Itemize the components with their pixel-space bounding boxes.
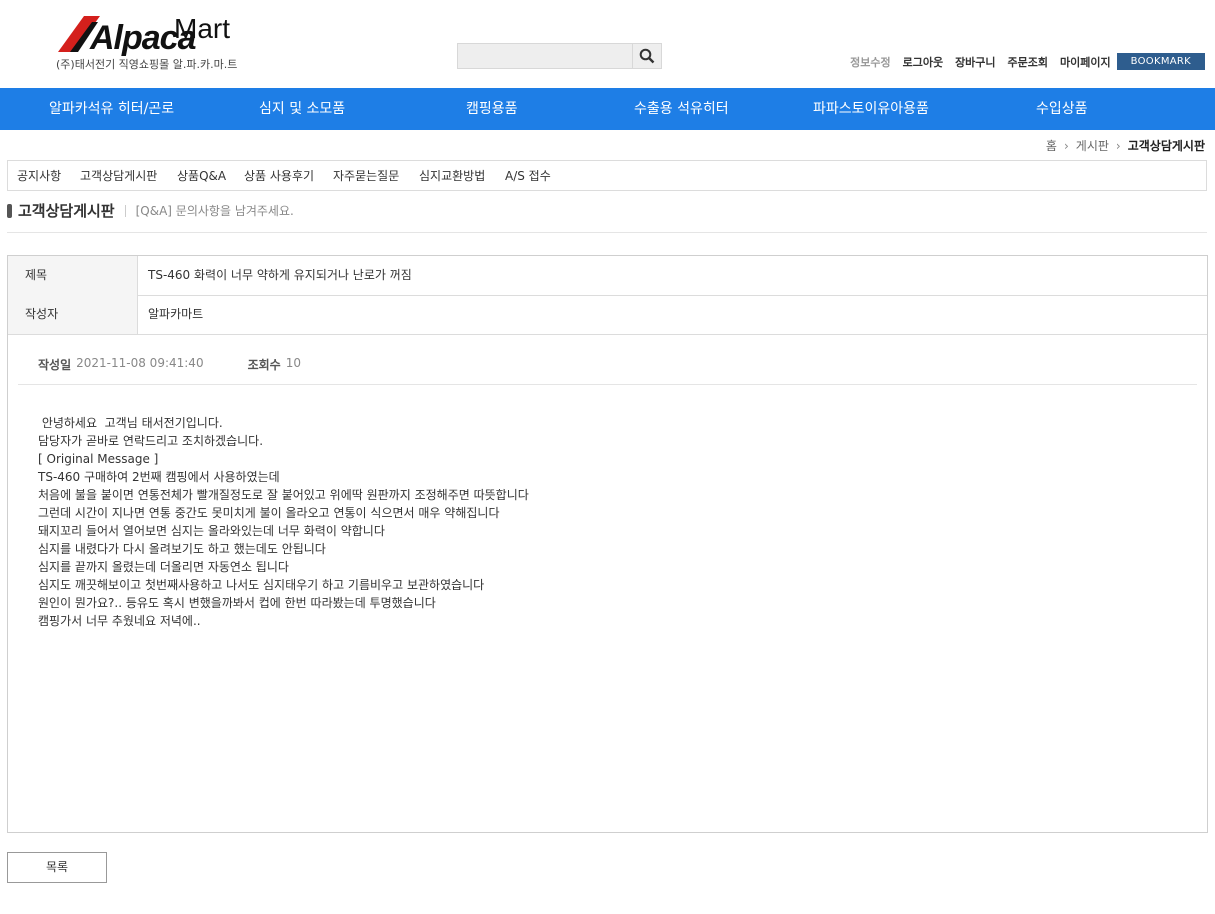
author-row: 작성자 알파카마트 [8,295,1207,335]
post-view: 제목 TS-460 화력이 너무 약하게 유지되거나 난로가 꺼짐 작성자 알파… [7,255,1208,833]
tab-notice[interactable]: 공지사항 [17,161,61,191]
tab-faq[interactable]: 자주묻는질문 [333,161,399,191]
tab-wick-exchange[interactable]: 심지교환방법 [419,161,485,191]
subject-row: 제목 TS-460 화력이 너무 약하게 유지되거나 난로가 꺼짐 [8,256,1207,296]
content-line: 심지도 깨끗해보이고 첫번째사용하고 나서도 심지태우기 하고 기름비우고 보관… [38,578,485,592]
search-button[interactable] [632,44,661,68]
date-label: 작성일 [38,358,72,372]
content-line: 심지를 내렸다가 다시 올려보기도 하고 했는데도 안됩니다 [38,542,326,556]
search-icon [639,48,655,64]
content-line: 심지를 끝까지 올렸는데 더올리면 자동연소 됩니다 [38,560,289,574]
tab-customer-board[interactable]: 고객상담게시판 [80,161,157,191]
content-line: 캠핑가서 너무 추웠네요 저녁에.. [38,614,201,628]
content-line: 처음에 불을 붙이면 연통전체가 빨개질정도로 잘 붙어있고 위에딱 원판까지 … [38,488,529,502]
subject-label: 제목 [8,256,138,295]
post-views: 10 [285,356,301,370]
content-line: 담당자가 곧바로 연락드리고 조치하겠습니다. [38,434,264,448]
content-line: 그런데 시간이 지나면 연통 중간도 못미치게 불이 올라오고 연통이 식으면서… [38,506,500,520]
tab-reviews[interactable]: 상품 사용후기 [244,161,314,191]
logout-link[interactable]: 로그아웃 [903,54,943,70]
content-line: 원인이 뭔가요?.. 등유도 혹시 변했을까봐서 컵에 한번 따라봤는데 투명했… [38,596,436,610]
page-description: [Q&A] 문의사항을 남겨주세요. [135,204,294,218]
tab-as-request[interactable]: A/S 접수 [505,161,551,191]
views-label: 조회수 [247,358,281,372]
divider [18,384,1197,385]
content-line: 안녕하세요 고객님 태서전기입니다. [38,416,223,430]
post-meta: 작성일 2021-11-08 09:41:40 조회수 10 [38,356,345,373]
author-label: 작성자 [8,295,138,334]
search-input[interactable] [458,44,634,68]
post-subject: TS-460 화력이 너무 약하게 유지되거나 난로가 꺼짐 [148,268,412,282]
nav-item-camping[interactable]: 캠핑용품 [466,88,518,130]
nav-item-export-heater[interactable]: 수출용 석유히터 [634,88,729,130]
nav-item-heater[interactable]: 알파카석유 히터/곤로 [49,88,174,130]
search-box [457,43,662,69]
title-divider [124,204,126,217]
logo[interactable]: Alpaca Mart [56,12,256,60]
breadcrumb: 홈 › 게시판 › 고객상담게시판 [1046,137,1205,154]
post-content: 안녕하세요 고객님 태서전기입니다. 담당자가 곧바로 연락드리고 조치하겠습니… [38,414,529,630]
logo-subtitle: (주)태서전기 직영쇼핑몰 알.파.카.마.트 [56,58,238,71]
mypage-link[interactable]: 마이페이지 [1060,54,1111,70]
content-line: TS-460 구매하여 2번째 캠핑에서 사용하였는데 [38,470,280,484]
breadcrumb-board[interactable]: 게시판 [1076,137,1109,154]
content-line: 돼지꼬리 들어서 열어보면 심지는 올라와있는데 너무 화력이 약합니다 [38,524,385,538]
breadcrumb-current: 고객상담게시판 [1127,139,1205,153]
divider [7,232,1207,233]
cart-link[interactable]: 장바구니 [955,54,995,70]
title-marker [7,203,12,218]
header: Alpaca Mart (주)태서전기 직영쇼핑몰 알.파.카.마.트 정보수정… [0,0,1215,88]
bookmark-button[interactable]: BOOKMARK [1116,53,1205,70]
page-title: 고객상담게시판 [18,202,115,220]
post-author: 알파카마트 [148,307,204,321]
chevron-right-icon: › [1115,138,1121,153]
top-links: 정보수정 로그아웃 장바구니 주문조회 마이페이지 BOOKMARK [838,53,1205,70]
nav-item-papas-toy[interactable]: 파파스토이유아용품 [813,88,929,130]
list-button[interactable]: 목록 [7,852,107,883]
nav-item-wick[interactable]: 심지 및 소모품 [259,88,345,130]
nav-item-import[interactable]: 수입상품 [1036,88,1088,130]
chevron-right-icon: › [1063,138,1069,153]
content-line: [ Original Message ] [38,452,159,466]
breadcrumb-home[interactable]: 홈 [1046,137,1057,154]
tab-product-qna[interactable]: 상품Q&A [177,161,226,191]
board-tabs: 공지사항 고객상담게시판 상품Q&A 상품 사용후기 자주묻는질문 심지교환방법… [7,160,1207,191]
main-nav: 알파카석유 히터/곤로 심지 및 소모품 캠핑용품 수출용 석유히터 파파스토이… [0,88,1215,130]
logo-mart-text: Mart [174,13,230,44]
edit-info-link[interactable]: 정보수정 [850,54,890,70]
order-lookup-link[interactable]: 주문조회 [1008,54,1048,70]
board-title: 고객상담게시판 [Q&A] 문의사항을 남겨주세요. [7,200,294,221]
post-date: 2021-11-08 09:41:40 [76,356,204,370]
